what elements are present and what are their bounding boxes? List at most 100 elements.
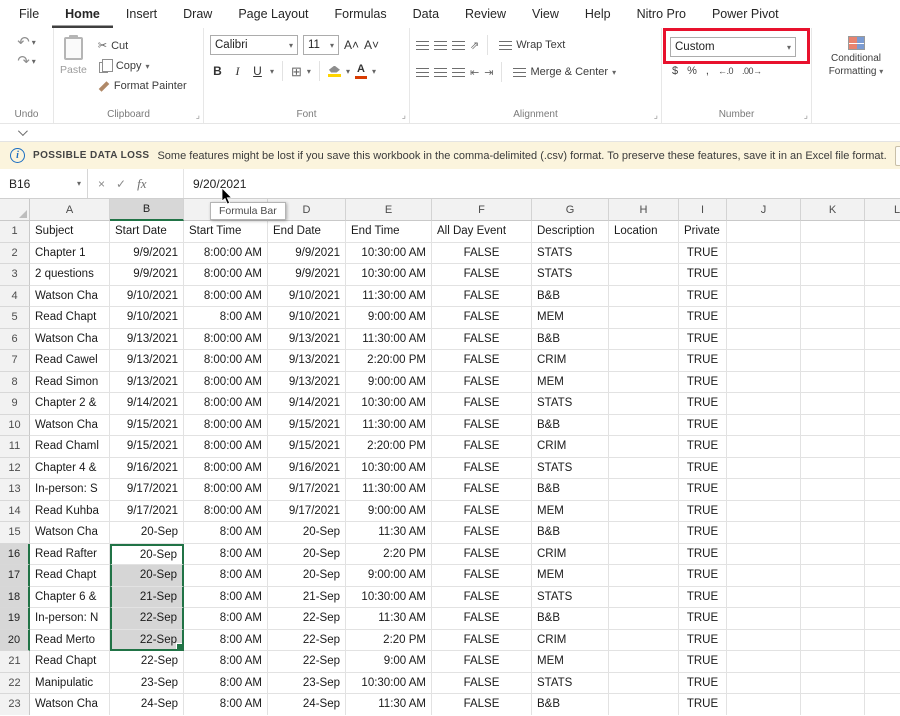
cell-G19[interactable]: B&B [532, 608, 609, 630]
cell-G3[interactable]: STATS [532, 264, 609, 286]
cell-K21[interactable] [801, 651, 865, 673]
cell-I21[interactable]: TRUE [679, 651, 727, 673]
insert-function-icon[interactable]: fx [137, 176, 146, 192]
cell-D11[interactable]: 9/15/2021 [268, 436, 346, 458]
cell-C14[interactable]: 8:00:00 AM [184, 501, 268, 523]
cell-A2[interactable]: Chapter 1 [30, 243, 110, 265]
paste-button[interactable]: Paste [60, 35, 87, 105]
increase-decimal-button[interactable]: ←.0 [718, 66, 733, 76]
cell-B17[interactable]: 20-Sep [110, 565, 184, 587]
cell-J7[interactable] [727, 350, 801, 372]
cell-F2[interactable]: FALSE [432, 243, 532, 265]
cell-F4[interactable]: FALSE [432, 286, 532, 308]
select-all-corner[interactable] [0, 199, 30, 221]
cell-G21[interactable]: MEM [532, 651, 609, 673]
cell-A7[interactable]: Read Cawel [30, 350, 110, 372]
cell-E21[interactable]: 9:00 AM [346, 651, 432, 673]
cell-A16[interactable]: Read Rafter [30, 544, 110, 566]
row-header-1[interactable]: 1 [0, 221, 30, 243]
align-left-icon[interactable] [416, 68, 429, 77]
enter-icon[interactable]: ✓ [116, 177, 126, 191]
tab-insert[interactable]: Insert [113, 0, 170, 28]
cell-J9[interactable] [727, 393, 801, 415]
cell-B19[interactable]: 22-Sep [110, 608, 184, 630]
cell-H9[interactable] [609, 393, 679, 415]
row-header-7[interactable]: 7 [0, 350, 30, 372]
cell-D9[interactable]: 9/14/2021 [268, 393, 346, 415]
cell-E3[interactable]: 10:30:00 AM [346, 264, 432, 286]
tab-file[interactable]: File [6, 0, 52, 28]
row-header-20[interactable]: 20 [0, 630, 30, 652]
cell-I4[interactable]: TRUE [679, 286, 727, 308]
cell-K20[interactable] [801, 630, 865, 652]
column-header-I[interactable]: I [679, 199, 727, 221]
cell-J13[interactable] [727, 479, 801, 501]
cell-A10[interactable]: Watson Cha [30, 415, 110, 437]
cell-H10[interactable] [609, 415, 679, 437]
cell-K1[interactable] [801, 221, 865, 243]
row-header-18[interactable]: 18 [0, 587, 30, 609]
cell-K10[interactable] [801, 415, 865, 437]
cell-E15[interactable]: 11:30 AM [346, 522, 432, 544]
align-middle-icon[interactable] [434, 41, 447, 50]
cell-D14[interactable]: 9/17/2021 [268, 501, 346, 523]
cell-E12[interactable]: 10:30:00 AM [346, 458, 432, 480]
percent-style-button[interactable]: % [687, 65, 697, 77]
cell-I11[interactable]: TRUE [679, 436, 727, 458]
cell-D13[interactable]: 9/17/2021 [268, 479, 346, 501]
cell-A8[interactable]: Read Simon [30, 372, 110, 394]
bold-button[interactable]: B [210, 64, 225, 78]
accounting-format-button[interactable]: $ [672, 65, 678, 77]
cell-A9[interactable]: Chapter 2 & [30, 393, 110, 415]
cell-E8[interactable]: 9:00:00 AM [346, 372, 432, 394]
cell-A3[interactable]: 2 questions [30, 264, 110, 286]
cell-G11[interactable]: CRIM [532, 436, 609, 458]
formula-bar-input[interactable]: 9/20/2021 [184, 169, 246, 198]
row-header-19[interactable]: 19 [0, 608, 30, 630]
cell-A20[interactable]: Read Merto [30, 630, 110, 652]
cell-C22[interactable]: 8:00 AM [184, 673, 268, 695]
cell-H7[interactable] [609, 350, 679, 372]
cell-I12[interactable]: TRUE [679, 458, 727, 480]
cell-C16[interactable]: 8:00 AM [184, 544, 268, 566]
merge-center-button[interactable]: Merge & Center ▾ [510, 64, 619, 80]
cell-B2[interactable]: 9/9/2021 [110, 243, 184, 265]
increase-indent-icon[interactable]: ⇥ [484, 66, 493, 79]
row-header-3[interactable]: 3 [0, 264, 30, 286]
font-size-dropdown-icon[interactable]: ▾ [330, 41, 334, 50]
cell-H13[interactable] [609, 479, 679, 501]
copy-button[interactable]: Copy ▾ [95, 57, 190, 75]
cell-B18[interactable]: 21-Sep [110, 587, 184, 609]
cell-H16[interactable] [609, 544, 679, 566]
decrease-decimal-button[interactable]: .00→ [742, 66, 762, 76]
borders-dropdown-icon[interactable]: ▾ [307, 67, 311, 76]
cell-I3[interactable]: TRUE [679, 264, 727, 286]
cell-L7[interactable] [865, 350, 900, 372]
cell-A18[interactable]: Chapter 6 & [30, 587, 110, 609]
cell-G4[interactable]: B&B [532, 286, 609, 308]
cell-K19[interactable] [801, 608, 865, 630]
number-dialog-launcher-icon[interactable]: ⌟ [804, 111, 808, 120]
cell-H17[interactable] [609, 565, 679, 587]
cell-D6[interactable]: 9/13/2021 [268, 329, 346, 351]
cell-B23[interactable]: 24-Sep [110, 694, 184, 715]
cell-D16[interactable]: 20-Sep [268, 544, 346, 566]
row-header-22[interactable]: 22 [0, 673, 30, 695]
cell-E19[interactable]: 11:30 AM [346, 608, 432, 630]
cell-J5[interactable] [727, 307, 801, 329]
cell-H2[interactable] [609, 243, 679, 265]
cell-E7[interactable]: 2:20:00 PM [346, 350, 432, 372]
cell-B8[interactable]: 9/13/2021 [110, 372, 184, 394]
tab-nitro-pro[interactable]: Nitro Pro [624, 0, 699, 28]
row-header-6[interactable]: 6 [0, 329, 30, 351]
font-name-dropdown-icon[interactable]: ▾ [289, 41, 293, 50]
cell-L6[interactable] [865, 329, 900, 351]
cell-F10[interactable]: FALSE [432, 415, 532, 437]
cell-H6[interactable] [609, 329, 679, 351]
cell-L16[interactable] [865, 544, 900, 566]
cell-I19[interactable]: TRUE [679, 608, 727, 630]
tab-formulas[interactable]: Formulas [322, 0, 400, 28]
cell-I8[interactable]: TRUE [679, 372, 727, 394]
grow-font-button[interactable]: A˄ [344, 38, 359, 52]
cell-C3[interactable]: 8:00:00 AM [184, 264, 268, 286]
